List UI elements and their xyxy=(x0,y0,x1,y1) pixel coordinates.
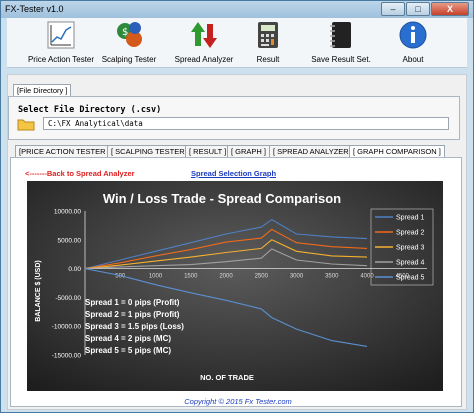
y-tick-label: 0.00 xyxy=(68,266,81,273)
result-button[interactable]: Result xyxy=(253,20,283,66)
close-button[interactable]: X xyxy=(431,2,469,16)
back-to-spread-analyzer-link[interactable]: <-------Back to Spread Analyzer xyxy=(25,169,135,178)
x-axis-label: NO. OF TRADE xyxy=(200,373,254,382)
x-tick-label: 1500 xyxy=(184,274,198,280)
file-directory-label: Select File Directory (.csv) xyxy=(18,105,162,115)
spread-annotation: Spread 4 = 2 pips (MC) xyxy=(85,334,171,343)
legend-label: Spread 3 xyxy=(396,245,425,252)
tool-label: Spread Analyzer xyxy=(174,55,234,64)
y-axis-label: BALANCE $ (USD) xyxy=(35,260,42,321)
spread-selection-graph-link[interactable]: Spread Selection Graph xyxy=(191,169,276,178)
folder-icon[interactable] xyxy=(17,117,35,131)
tab-result[interactable]: [ RESULT ] xyxy=(185,145,231,157)
legend-label: Spread 5 xyxy=(396,275,425,282)
save-result-set-button[interactable]: Save Result Set. xyxy=(310,20,372,66)
spread-comparison-chart: Win / Loss Trade - Spread Comparison NO.… xyxy=(27,181,443,391)
legend-label: Spread 1 xyxy=(396,215,425,222)
chart-background xyxy=(27,181,443,391)
tool-label: Price Action Tester xyxy=(27,55,95,64)
about-button[interactable]: About xyxy=(395,20,431,66)
app-window: FX-Tester v1.0 – □ X Price Action Tester… xyxy=(0,0,474,413)
tool-label: About xyxy=(402,55,424,64)
x-tick-label: 2500 xyxy=(255,274,269,280)
y-tick-label: 10000.00 xyxy=(54,209,81,216)
up-down-arrows-icon xyxy=(191,22,217,48)
legend-label: Spread 4 xyxy=(396,260,425,267)
copyright-footer: Copyright © 2015 Fx Tester.com xyxy=(184,397,292,406)
x-tick-label: 3000 xyxy=(290,274,304,280)
title-bar[interactable]: FX-Tester v1.0 – □ X xyxy=(1,1,473,18)
y-tick-label: -15000.00 xyxy=(52,353,82,360)
tool-label: Scalping Tester xyxy=(101,55,157,64)
spread-analyzer-button[interactable]: Spread Analyzer xyxy=(173,20,235,66)
tab-graph[interactable]: [ GRAPH ] xyxy=(227,145,271,157)
x-tick-label: 2000 xyxy=(219,274,233,280)
tab-file-directory[interactable]: [File Directory ] xyxy=(13,84,72,96)
calculator-icon xyxy=(258,22,278,48)
y-tick-label: -5000.00 xyxy=(55,295,81,302)
dollar-gears-icon: $ xyxy=(117,22,142,47)
minimize-button[interactable]: – xyxy=(381,2,405,16)
spread-annotation: Spread 3 = 1.5 pips (Loss) xyxy=(85,322,184,331)
tool-label: Result xyxy=(256,55,280,64)
notebook-icon xyxy=(330,22,351,48)
tab-scalping-tester[interactable]: [ SCALPING TESTER ] xyxy=(107,145,193,157)
spread-annotation: Spread 1 = 0 pips (Profit) xyxy=(85,298,180,307)
maximize-button[interactable]: □ xyxy=(406,2,430,16)
line-chart-icon xyxy=(47,21,75,49)
legend-label: Spread 2 xyxy=(396,230,425,237)
tab-spread-analyzer[interactable]: [ SPREAD ANALYZER ] xyxy=(269,145,357,157)
tool-label: Save Result Set. xyxy=(311,55,371,64)
scalping-tester-button[interactable]: $ Scalping Tester xyxy=(99,20,159,66)
price-action-tester-button[interactable]: Price Action Tester xyxy=(21,20,101,66)
window-title: FX-Tester v1.0 xyxy=(5,4,64,14)
directory-path-input[interactable]: C:\FX Analytical\data xyxy=(43,117,449,130)
chart-title: Win / Loss Trade - Spread Comparison xyxy=(103,191,341,206)
y-tick-label: 5000.00 xyxy=(58,237,82,244)
toolbar: Price Action Tester $ Scalping Tester Sp… xyxy=(7,18,467,68)
spread-annotation: Spread 5 = 5 pips (MC) xyxy=(85,346,171,355)
x-tick-label: 1000 xyxy=(149,274,163,280)
svg-text:$: $ xyxy=(122,27,128,38)
x-tick-label: 3500 xyxy=(325,274,339,280)
y-tick-label: -10000.00 xyxy=(52,324,82,331)
tab-price-action-tester[interactable]: [PRICE ACTION TESTER ] xyxy=(15,145,114,157)
info-icon xyxy=(399,21,427,49)
x-tick-label: 4000 xyxy=(360,274,374,280)
spread-annotation: Spread 2 = 1 pips (Profit) xyxy=(85,310,180,319)
